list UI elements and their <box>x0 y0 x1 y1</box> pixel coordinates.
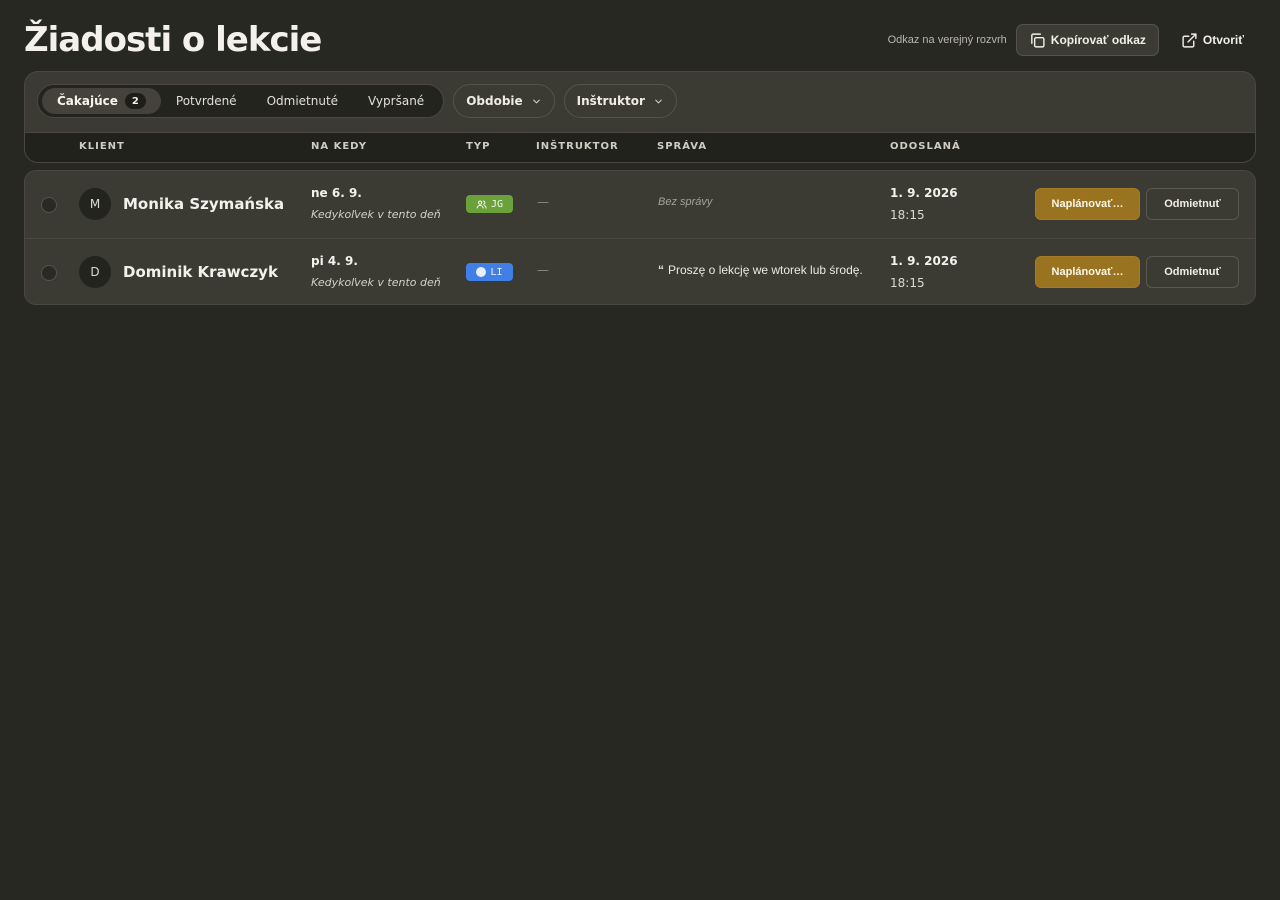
table-row: D Dominik Krawczyk pi 4. 9. Kedykoľvek v… <box>25 238 1255 304</box>
public-link-label: Odkaz na verejný rozvrh <box>887 34 1007 46</box>
tab-rejected[interactable]: Odmietnuté <box>252 88 353 114</box>
table-row: M Monika Szymańska ne 6. 9. Kedykoľvek v… <box>25 171 1255 238</box>
avatar: D <box>79 256 111 288</box>
message-text: Bez správy <box>658 196 713 208</box>
table-header: KLIENT NA KEDY TYP INŠTRUKTOR SPRÁVA ODO… <box>25 132 1255 162</box>
period-dropdown[interactable]: Obdobie <box>453 84 555 118</box>
requested-date: ne 6. 9. <box>311 186 362 200</box>
type-badge: LI <box>466 263 513 281</box>
requested-date: pi 4. 9. <box>311 254 358 268</box>
message-body: Proszę o lekcję we wtorek lub środę. <box>668 263 863 277</box>
row-checkbox[interactable] <box>41 265 57 281</box>
open-label: Otvoriť <box>1202 33 1244 47</box>
chevron-down-icon <box>532 99 540 103</box>
quote-icon: “ <box>658 263 664 277</box>
column-message[interactable]: SPRÁVA <box>657 141 707 152</box>
tab-pending[interactable]: Čakajúce 2 <box>42 88 161 114</box>
open-button[interactable]: Otvoriť <box>1167 24 1256 56</box>
client-name: Monika Szymańska <box>123 195 285 213</box>
sent-date: 1. 9. 2026 <box>890 254 958 268</box>
period-label: Obdobie <box>466 94 523 108</box>
schedule-button[interactable]: Naplánovať… <box>1035 256 1140 288</box>
header-actions: Odkaz na verejný rozvrh Kopírovať odkaz … <box>888 24 1256 56</box>
client-name: Dominik Krawczyk <box>123 263 278 281</box>
instructor-dropdown[interactable]: Inštruktor <box>563 84 677 118</box>
column-sent[interactable]: ODOSLANÁ <box>890 141 961 152</box>
requested-time-note: Kedykoľvek v tento deň <box>311 276 441 289</box>
column-client[interactable]: KLIENT <box>79 141 125 152</box>
type-code: LI <box>490 266 503 278</box>
instructor-value: — <box>537 195 549 209</box>
copy-link-button[interactable]: Kopírovať odkaz <box>1015 24 1159 56</box>
reject-button[interactable]: Odmietnuť <box>1146 188 1239 220</box>
count-badge: 2 <box>124 93 146 109</box>
reject-button[interactable]: Odmietnuť <box>1146 256 1239 288</box>
instructor-value: — <box>537 263 549 277</box>
avatar: M <box>79 188 111 220</box>
message-text: “ Proszę o lekcję we wtorek lub środę. <box>658 263 863 277</box>
row-checkbox[interactable] <box>41 197 57 213</box>
type-badge: JG <box>466 195 513 213</box>
column-when[interactable]: NA KEDY <box>311 141 367 152</box>
external-link-icon <box>1182 32 1197 48</box>
requests-table: M Monika Szymańska ne 6. 9. Kedykoľvek v… <box>24 170 1256 305</box>
schedule-button[interactable]: Naplánovať… <box>1035 188 1140 220</box>
sent-time: 18:15 <box>890 208 925 222</box>
filter-bar: Čakajúce 2 Potvrdené Odmietnuté Vypršané… <box>37 84 677 118</box>
column-instructor[interactable]: INŠTRUKTOR <box>536 141 619 152</box>
sent-date: 1. 9. 2026 <box>890 186 958 200</box>
page-title: Žiadosti o lekcie <box>24 20 322 60</box>
sent-time: 18:15 <box>890 276 925 290</box>
tab-confirmed[interactable]: Potvrdené <box>161 88 252 114</box>
requested-time-note: Kedykoľvek v tento deň <box>311 208 441 221</box>
lesson-requests-page: Žiadosti o lekcie Odkaz na verejný rozvr… <box>0 0 1280 900</box>
users-icon <box>476 200 487 209</box>
tab-label: Vypršané <box>368 94 425 108</box>
chevron-down-icon <box>655 99 662 103</box>
instructor-label: Inštruktor <box>576 94 645 108</box>
type-code: JG <box>490 198 504 210</box>
tab-label: Čakajúce <box>57 94 118 108</box>
dot-icon <box>476 267 487 277</box>
tab-label: Potvrdené <box>175 94 237 108</box>
tab-label: Odmietnuté <box>266 94 339 108</box>
filter-card: Čakajúce 2 Potvrdené Odmietnuté Vypršané… <box>24 71 1256 163</box>
copy-link-label: Kopírovať odkaz <box>1050 33 1146 47</box>
tab-expired[interactable]: Vypršané <box>353 88 439 114</box>
column-type[interactable]: TYP <box>466 141 490 152</box>
copy-icon <box>1030 32 1045 48</box>
status-tabs: Čakajúce 2 Potvrdené Odmietnuté Vypršané <box>37 84 445 118</box>
